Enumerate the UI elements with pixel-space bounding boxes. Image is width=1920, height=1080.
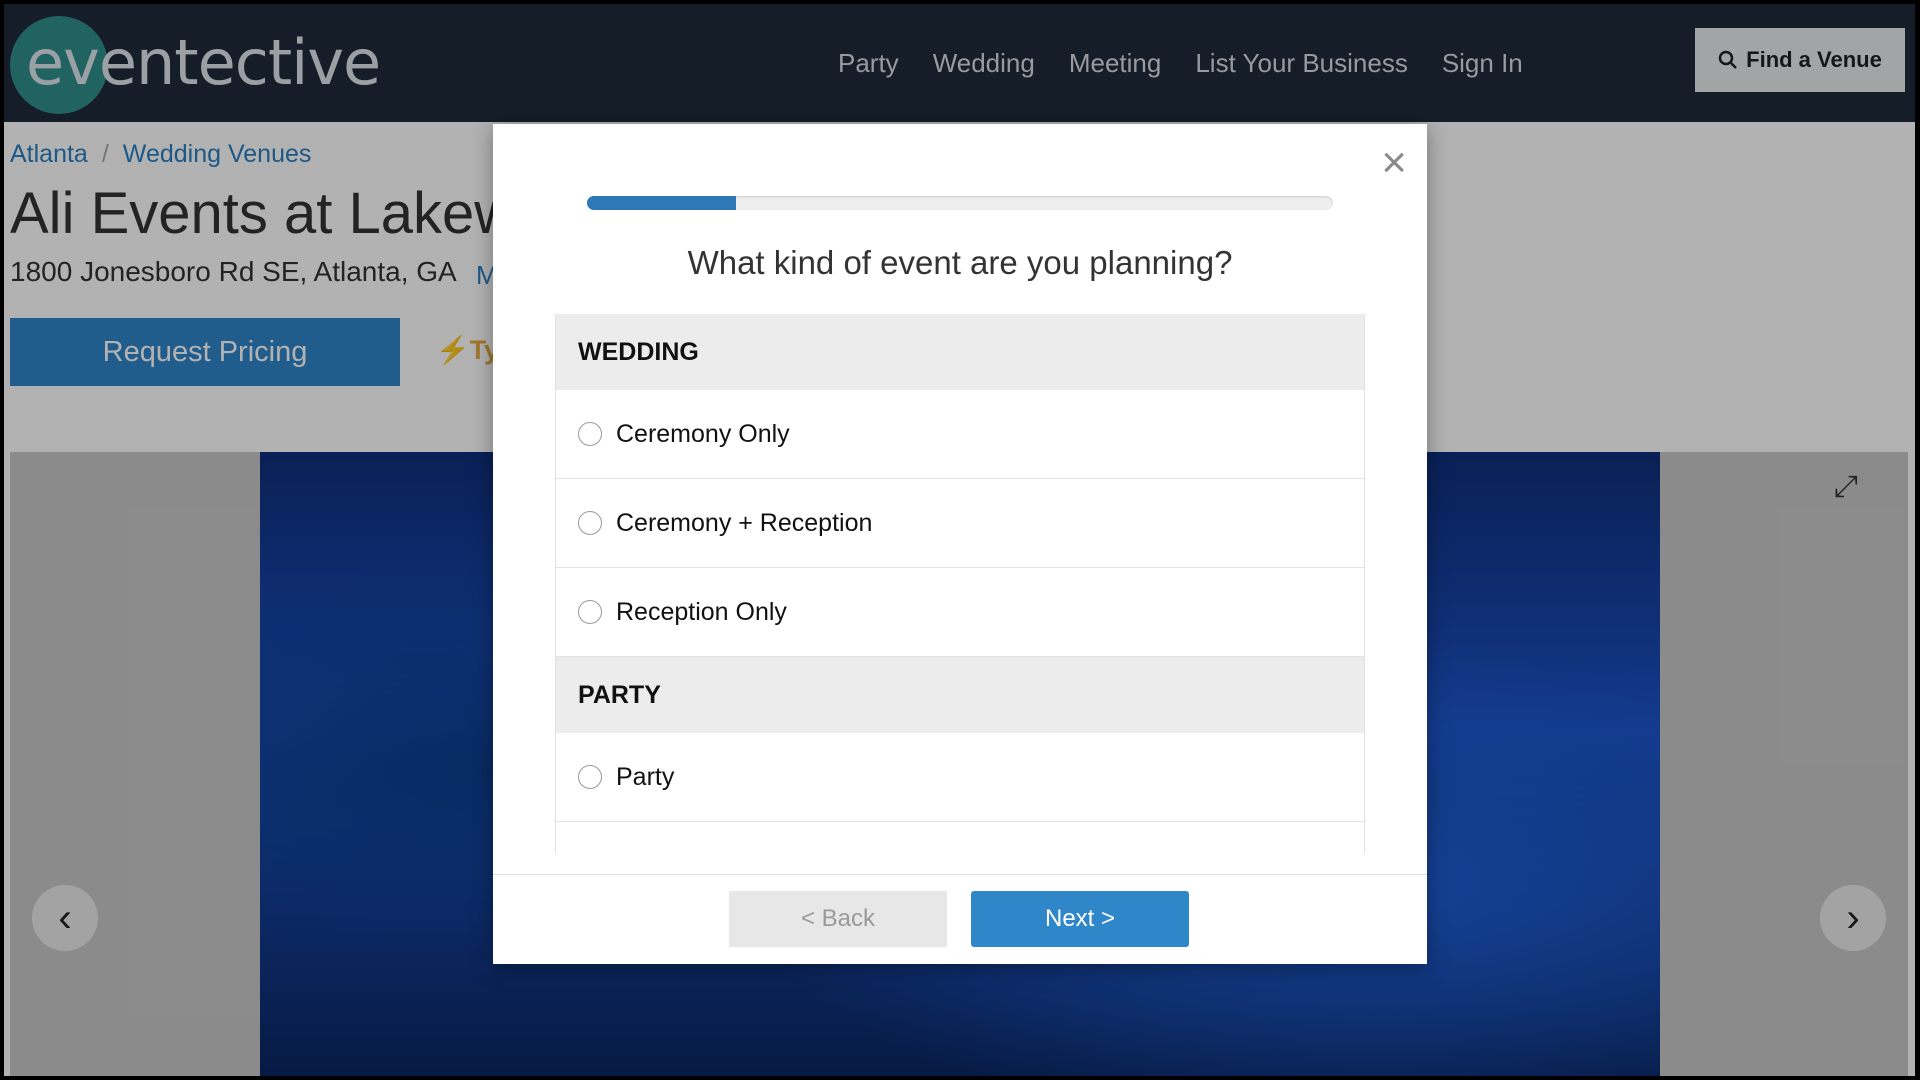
back-button[interactable]: < Back [729, 891, 947, 947]
option-reception-only[interactable]: Reception Only [556, 568, 1364, 657]
group-header-wedding: WEDDING [556, 314, 1364, 390]
option-label: Reception Only [616, 597, 787, 626]
event-options-list: WEDDING Ceremony Only Ceremony + Recepti… [555, 314, 1365, 854]
option-party[interactable]: Party [556, 733, 1364, 822]
group-header-party: PARTY [556, 657, 1364, 733]
progress-bar [587, 196, 1333, 210]
event-type-modal: × What kind of event are you planning? W… [493, 124, 1427, 964]
option-label: Party [616, 762, 675, 791]
radio-button[interactable] [578, 765, 602, 789]
next-button[interactable]: Next > [971, 891, 1189, 947]
radio-button[interactable] [578, 511, 602, 535]
option-ceremony-reception[interactable]: Ceremony + Reception [556, 479, 1364, 568]
modal-question: What kind of event are you planning? [687, 244, 1233, 281]
radio-button[interactable] [578, 422, 602, 446]
modal-footer: < Back Next > [493, 874, 1427, 965]
progress-fill [587, 196, 737, 210]
option-next-partial[interactable] [556, 822, 1364, 854]
option-label: Ceremony Only [616, 419, 790, 448]
option-label: Ceremony + Reception [616, 508, 873, 537]
radio-button[interactable] [578, 600, 602, 624]
close-icon[interactable]: × [1381, 138, 1407, 188]
option-ceremony-only[interactable]: Ceremony Only [556, 390, 1364, 479]
app-frame: eventective Party Wedding Meeting List Y… [4, 4, 1915, 1076]
